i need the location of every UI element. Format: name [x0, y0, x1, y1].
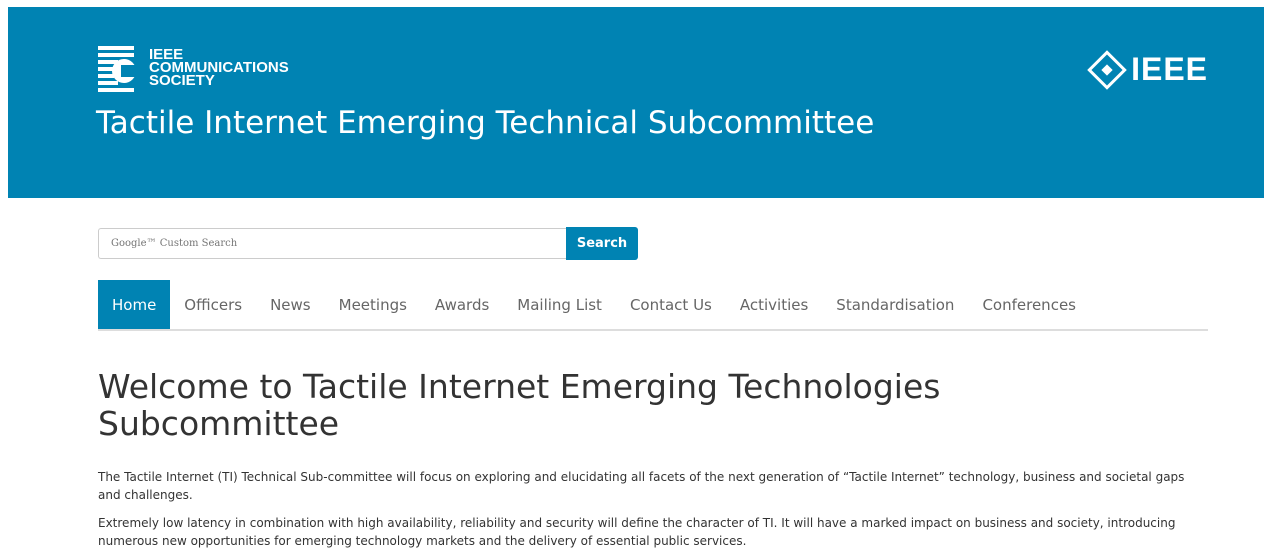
ieee-logo-text: IEEE — [1131, 51, 1208, 87]
intro-text: The Tactile Internet (TI) Technical Sub-… — [98, 468, 1198, 560]
intro-paragraph-1: The Tactile Internet (TI) Technical Sub-… — [98, 470, 1185, 502]
nav-item-home[interactable]: Home — [98, 280, 171, 329]
nav-item-activities[interactable]: Activities — [726, 280, 822, 329]
ieee-logo[interactable]: IEEE — [1087, 49, 1208, 90]
search-input-wrapper — [98, 228, 566, 259]
nav-item-mailing-list[interactable]: Mailing List — [503, 280, 616, 329]
nav-item-standardisation[interactable]: Standardisation — [822, 280, 968, 329]
site-title: Tactile Internet Emerging Technical Subc… — [96, 105, 875, 141]
page-title: Welcome to Tactile Internet Emerging Tec… — [98, 367, 941, 443]
search-input[interactable] — [109, 237, 556, 250]
nav-item-conferences[interactable]: Conferences — [968, 280, 1090, 329]
comsoc-logo[interactable]: IEEE COMMUNICATIONS SOCIETY — [98, 46, 289, 101]
main-nav: Home Officers News Meetings Awards Maili… — [98, 280, 1208, 331]
comsoc-logo-icon — [98, 46, 143, 96]
comsoc-logo-text: IEEE COMMUNICATIONS SOCIETY — [149, 46, 289, 89]
nav-item-officers[interactable]: Officers — [170, 280, 256, 329]
intro-paragraph-2: Extremely low latency in combination wit… — [98, 516, 1176, 548]
search-bar: Search — [98, 227, 638, 260]
search-button[interactable]: Search — [566, 227, 638, 260]
nav-item-news[interactable]: News — [256, 280, 325, 329]
nav-item-awards[interactable]: Awards — [421, 280, 503, 329]
ieee-diamond-icon — [1087, 49, 1127, 90]
site-header: IEEE COMMUNICATIONS SOCIETY IEEE Tactile… — [8, 7, 1264, 198]
nav-item-contact-us[interactable]: Contact Us — [616, 280, 726, 329]
comsoc-line-3: SOCIETY — [149, 72, 215, 89]
nav-item-meetings[interactable]: Meetings — [325, 280, 421, 329]
